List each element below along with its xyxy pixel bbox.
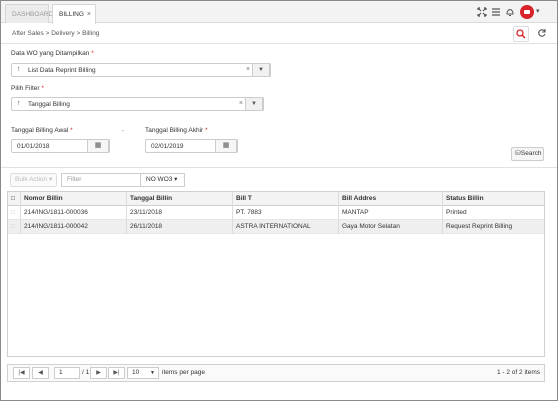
- tgl-awal-label: Tanggal Billing Awal *: [11, 127, 73, 134]
- tab-dashboard-label: DASHBOARD: [12, 11, 54, 18]
- table-cell: 26/11/2018: [127, 220, 233, 234]
- refresh-icon[interactable]: [534, 26, 550, 42]
- pin-icon: ↑: [17, 100, 21, 107]
- chevron-down-icon[interactable]: ▼: [245, 97, 263, 111]
- tgl-akhir-input[interactable]: 02/01/2019 ▦: [145, 139, 238, 153]
- search-button[interactable]: ⛁Search: [511, 147, 544, 161]
- data-wo-label: Data WO yang Ditampilkan *: [11, 50, 94, 57]
- page-input[interactable]: 1: [54, 367, 80, 379]
- tgl-awal-input[interactable]: 01/01/2018 ▦: [11, 139, 110, 153]
- close-icon[interactable]: ×: [87, 5, 91, 24]
- page-size-select[interactable]: 10 ▼: [127, 367, 159, 379]
- chevron-down-icon: ▼: [150, 370, 155, 376]
- filter-input[interactable]: Filter: [61, 173, 141, 187]
- prev-page-button[interactable]: ◀: [32, 367, 49, 379]
- table-header: □ Nomor Billin Tanggal Billin Bill T Bil…: [8, 192, 544, 206]
- pilih-filter-value: Tanggal Billing: [28, 101, 70, 108]
- tgl-akhir-value: 02/01/2019: [151, 143, 184, 150]
- table-cell: MANTAP: [339, 206, 443, 220]
- tgl-akhir-label: Tanggal Billing Akhir *: [145, 127, 208, 134]
- table-cell: Gaya Motor Selatan: [339, 220, 443, 234]
- search-button-label: Search: [520, 150, 542, 157]
- expand-icon[interactable]: [477, 7, 487, 17]
- tab-billing-label: BILLING: [59, 11, 84, 18]
- menu-icon[interactable]: [491, 7, 501, 17]
- select-all-checkbox[interactable]: □: [8, 192, 21, 206]
- pilih-filter-label: Pilih Filter *: [11, 85, 44, 92]
- table-row[interactable]: □ 214/ING/1811-000036 23/11/2018 PT. 788…: [8, 206, 544, 220]
- tab-billing[interactable]: BILLING ×: [52, 4, 96, 24]
- user-avatar[interactable]: [520, 5, 534, 19]
- clear-icon[interactable]: ×: [239, 100, 243, 107]
- search-icon[interactable]: [513, 26, 529, 42]
- data-wo-select[interactable]: ↑ List Data Reprint Billing × ▼: [11, 63, 271, 77]
- wo-filter-dropdown[interactable]: NO WO3 ▾: [140, 173, 185, 187]
- divider: [1, 167, 557, 168]
- date-separator: -: [122, 128, 125, 135]
- data-wo-value: List Data Reprint Billing: [28, 67, 96, 74]
- table-cell: 23/11/2018: [127, 206, 233, 220]
- calendar-icon[interactable]: ▦: [215, 139, 237, 153]
- billing-table: □ Nomor Billin Tanggal Billin Bill T Bil…: [7, 191, 545, 357]
- page-of-label: / 1: [82, 369, 90, 376]
- last-page-button[interactable]: ▶|: [108, 367, 125, 379]
- table-row[interactable]: □ 214/ING/1811-000042 26/11/2018 ASTRA I…: [8, 220, 544, 234]
- table-cell: Request Reprint Billing: [446, 223, 513, 230]
- row-checkbox[interactable]: □: [8, 220, 21, 234]
- bell-icon[interactable]: [505, 7, 515, 17]
- first-page-button[interactable]: |◀: [13, 367, 30, 379]
- next-page-button[interactable]: ▶: [90, 367, 107, 379]
- table-cell: PT. 7883: [233, 206, 339, 220]
- column-header[interactable]: Bill T: [233, 192, 339, 206]
- chevron-down-icon[interactable]: ▼: [252, 63, 270, 77]
- pager-info: 1 - 2 of 2 items: [497, 369, 540, 376]
- table-cell: ASTRA INTERNATIONAL: [233, 220, 339, 234]
- pin-icon: ↑: [17, 66, 21, 73]
- table-cell: Printed: [446, 209, 467, 216]
- breadcrumb-bar: After Sales > Delivery > Billing: [1, 24, 557, 44]
- column-header[interactable]: Tanggal Billin: [127, 192, 233, 206]
- items-per-page-label: items per page: [162, 369, 205, 376]
- row-checkbox[interactable]: □: [8, 206, 21, 220]
- column-header[interactable]: Status Billin: [443, 192, 544, 206]
- pager: |◀ ◀ 1 / 1 ▶ ▶| 10 ▼ items per page 1 - 2…: [7, 364, 545, 382]
- chevron-down-icon[interactable]: ▾: [536, 7, 540, 15]
- tab-dashboard[interactable]: DASHBOARD: [5, 4, 53, 23]
- clear-icon[interactable]: ×: [246, 66, 250, 73]
- calendar-icon[interactable]: ▦: [87, 139, 109, 153]
- table-cell: 214/ING/1811-000042: [21, 220, 127, 234]
- column-header[interactable]: Nomor Billin: [21, 192, 127, 206]
- top-tab-bar: DASHBOARD BILLING × ▾: [1, 1, 557, 24]
- column-header[interactable]: Bill Addres: [339, 192, 443, 206]
- breadcrumb: After Sales > Delivery > Billing: [12, 30, 100, 37]
- bulk-action-button[interactable]: Bulk Action ▾: [10, 173, 57, 187]
- tgl-awal-value: 01/01/2018: [17, 143, 50, 150]
- table-cell: 214/ING/1811-000036: [21, 206, 127, 220]
- pilih-filter-select[interactable]: ↑ Tanggal Billing × ▼: [11, 97, 264, 111]
